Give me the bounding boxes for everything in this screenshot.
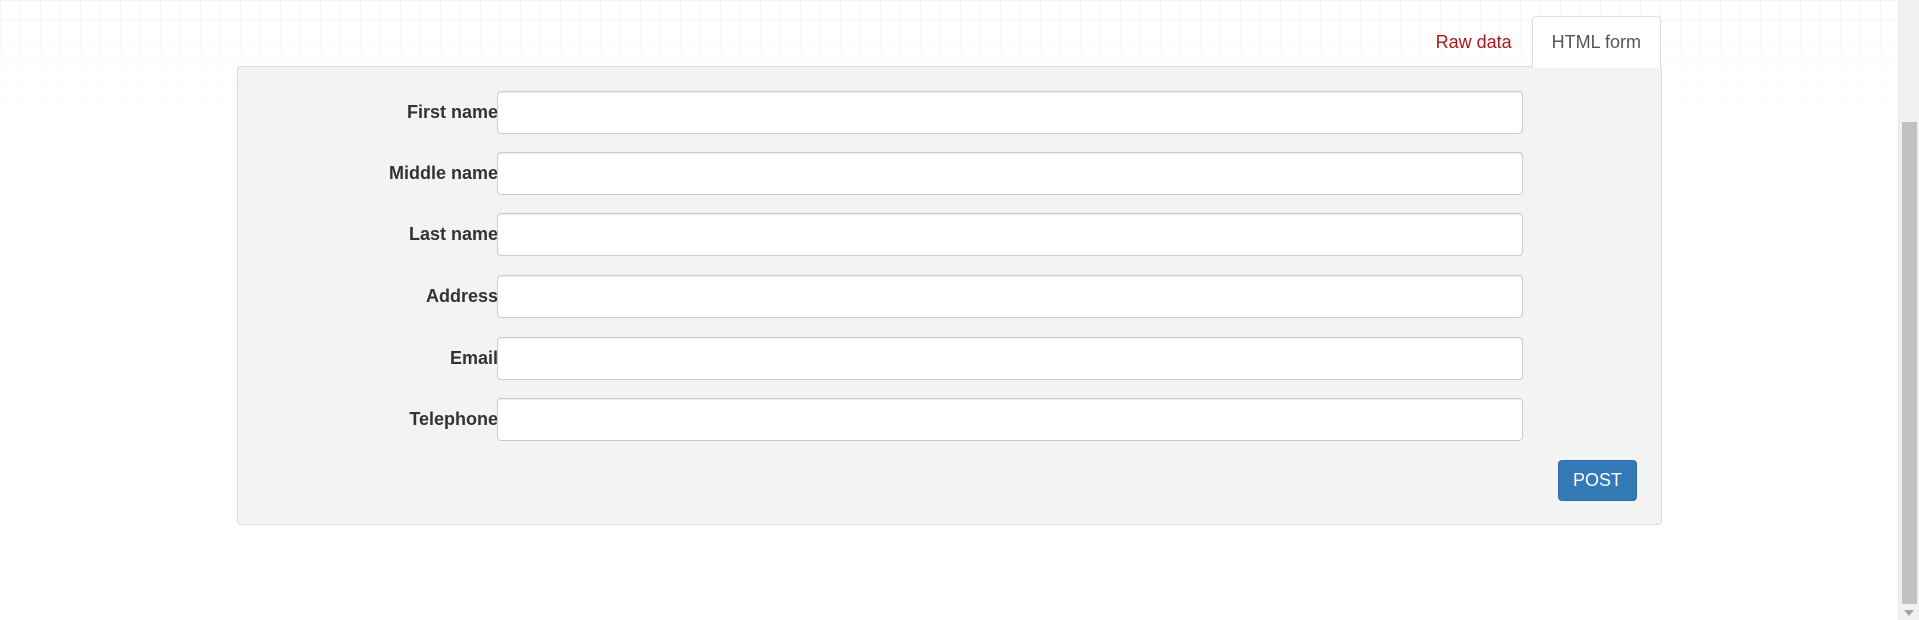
first-name-input[interactable] (497, 91, 1523, 134)
middle-name-input[interactable] (497, 152, 1523, 195)
tab-html-form[interactable]: HTML form (1531, 16, 1661, 68)
tab-raw-data[interactable]: Raw data (1416, 16, 1532, 67)
scroll-down-arrow-icon[interactable] (1904, 610, 1914, 616)
tab-bar: Raw data HTML form (1416, 15, 1661, 68)
form-row-address: Address (238, 275, 1661, 318)
telephone-label: Telephone (409, 409, 498, 429)
first-name-label: First name (406, 102, 498, 122)
email-label: Email (449, 348, 498, 368)
form-row-last-name: Last name (238, 213, 1661, 256)
form-row-first-name: First name (238, 91, 1661, 134)
address-input[interactable] (497, 275, 1523, 318)
address-label: Address (425, 286, 498, 306)
scrollbar-thumb[interactable] (1902, 122, 1917, 604)
html-form-panel: First name Middle name Last name Address… (237, 66, 1662, 525)
form-row-middle-name: Middle name (238, 152, 1661, 195)
telephone-input[interactable] (497, 398, 1523, 441)
post-button[interactable]: POST (1558, 460, 1637, 501)
email-input[interactable] (497, 337, 1523, 380)
last-name-label: Last name (408, 224, 498, 244)
middle-name-label: Middle name (388, 163, 498, 183)
last-name-input[interactable] (497, 213, 1523, 256)
vertical-scrollbar[interactable] (1898, 0, 1919, 620)
form-row-telephone: Telephone (238, 398, 1661, 441)
form-row-email: Email (238, 337, 1661, 380)
